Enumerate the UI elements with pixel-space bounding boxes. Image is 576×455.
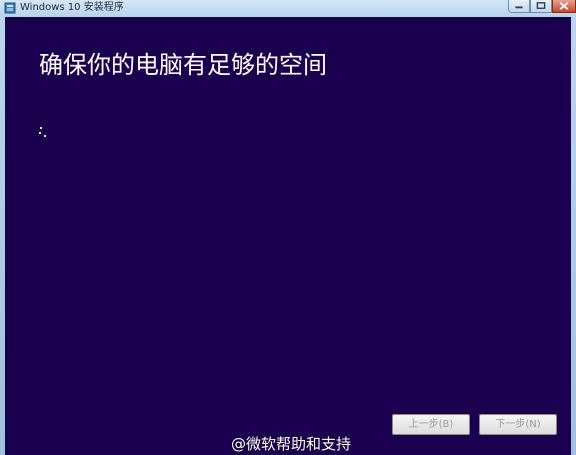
setup-window: Windows 10 安装程序 确保你的电脑有足够的空间 上一步(B) 下一步(… bbox=[0, 0, 576, 455]
loading-spinner-icon bbox=[38, 126, 47, 138]
title-bar[interactable]: Windows 10 安装程序 bbox=[0, 0, 576, 17]
watermark-text: @微软帮助和支持 bbox=[231, 435, 352, 453]
caption-buttons bbox=[508, 0, 576, 14]
window-title: Windows 10 安装程序 bbox=[20, 2, 124, 13]
next-button[interactable]: 下一步(N) bbox=[479, 414, 557, 435]
close-button[interactable] bbox=[552, 0, 576, 13]
page-title: 确保你的电脑有足够的空间 bbox=[39, 51, 327, 79]
minimize-button[interactable] bbox=[508, 0, 530, 13]
back-button[interactable]: 上一步(B) bbox=[392, 414, 470, 435]
maximize-icon bbox=[536, 2, 546, 9]
maximize-button[interactable] bbox=[530, 0, 552, 13]
close-icon bbox=[559, 2, 569, 10]
minimize-icon bbox=[515, 6, 523, 9]
setup-content-panel: 确保你的电脑有足够的空间 上一步(B) 下一步(N) @微软帮助和支持 bbox=[5, 17, 571, 455]
setup-icon bbox=[4, 2, 16, 14]
